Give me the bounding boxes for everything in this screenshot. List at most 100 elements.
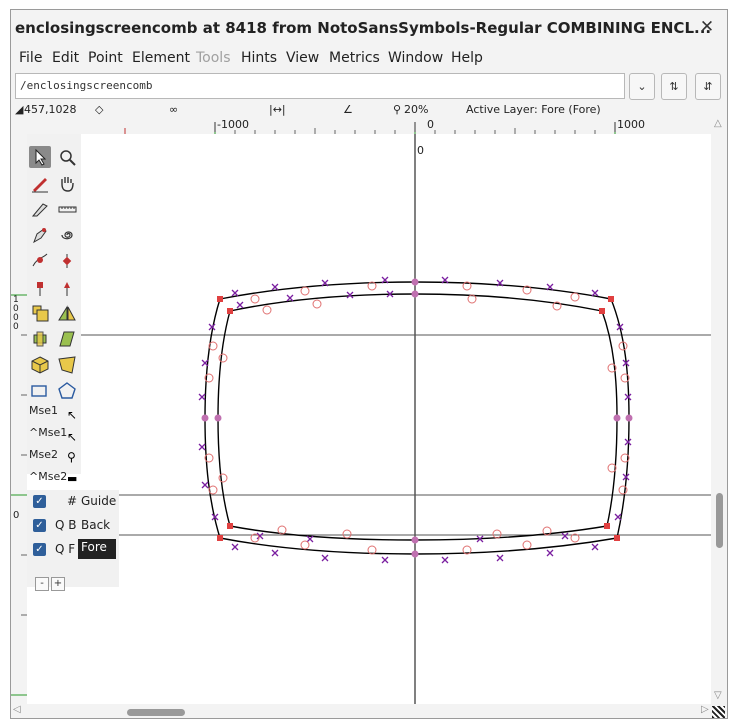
cursor-icon: ◢ <box>15 103 24 116</box>
menu-tools[interactable]: Tools <box>196 50 231 66</box>
inner-contour <box>217 293 618 541</box>
menu-edit[interactable]: Edit <box>52 50 79 66</box>
window-title: enclosingscreencomb at 8418 from NotoSan… <box>15 19 712 37</box>
spiro-tool[interactable] <box>56 224 78 246</box>
active-layer-readout: Active Layer: Fore (Fore) <box>466 103 601 116</box>
arrow-up-icon: ⇅ <box>669 80 679 93</box>
corner-point-tool[interactable] <box>29 276 51 298</box>
point-icon: ◇ <box>95 103 104 116</box>
mouse2-magnifier-icon: ⚲ <box>67 450 76 464</box>
skew-tool[interactable] <box>56 328 78 350</box>
scroll-down-icon[interactable]: ▽ <box>714 690 722 701</box>
layer-fore-prefix: Q F <box>55 542 76 556</box>
close-icon[interactable]: ✕ <box>697 16 717 38</box>
info-bar: ◢ 457,1028 ◇ ∞ |↔| ∠ ⚲ 20% Active Layer:… <box>11 102 727 118</box>
pointer-tool[interactable] <box>29 146 51 168</box>
layer-guide-checkbox[interactable]: ✓ <box>33 495 46 508</box>
remove-layer-button[interactable]: - <box>35 577 49 591</box>
polygon-tool[interactable] <box>56 380 78 402</box>
pen-icon <box>33 228 47 244</box>
hv-curve-tool[interactable] <box>56 250 78 272</box>
scale-icon <box>32 305 49 322</box>
layer-row-back[interactable]: ✓ Q B Back <box>27 514 119 536</box>
ruler-ticks <box>124 122 616 134</box>
cube-icon <box>31 356 49 374</box>
ruler-label-zero: 0 <box>427 118 434 131</box>
glyph-canvas[interactable]: 0 <box>27 134 711 704</box>
flip-icon <box>58 305 76 321</box>
zoom-readout: 20% <box>404 103 429 116</box>
layer-back-prefix: Q B <box>55 518 77 532</box>
rectangle-tool[interactable] <box>29 380 51 402</box>
scroll-up-icon[interactable]: △ <box>714 118 722 129</box>
menu-window[interactable]: Window <box>388 50 443 66</box>
scroll-right-icon[interactable]: ▷ <box>701 704 709 715</box>
ruler-icon <box>58 206 77 213</box>
mouse2-label: Mse2 <box>29 448 58 461</box>
mouse1-pointer-icon: ↖ <box>67 408 78 422</box>
layer-row-fore[interactable]: ✓ Q F Fore <box>27 538 119 560</box>
layer-guide-prefix: # <box>67 494 78 508</box>
menu-file[interactable]: File <box>19 50 42 66</box>
scroll-left-icon[interactable]: ◁ <box>13 704 21 715</box>
magnifier-icon <box>60 150 76 166</box>
flip-tool[interactable] <box>56 302 78 324</box>
vertical-scroll-thumb[interactable] <box>716 493 723 548</box>
layer-row-guide[interactable]: ✓ # Guide <box>27 490 119 512</box>
corner-points <box>217 296 620 541</box>
menu-help[interactable]: Help <box>451 50 483 66</box>
scale-tool[interactable] <box>29 302 51 324</box>
menu-element[interactable]: Element <box>132 50 190 66</box>
mouse2-ruler-icon: ▬ <box>67 472 78 485</box>
pen-tool[interactable] <box>29 224 51 246</box>
3d-rotate-tool[interactable] <box>29 354 51 376</box>
perspective-tool[interactable] <box>56 354 78 376</box>
horizontal-scrollbar[interactable]: ◁ ▷ <box>11 704 727 718</box>
glyph-path-input[interactable]: /enclosingscreencomb <box>15 73 625 99</box>
previous-glyph-button[interactable]: ⇅ <box>661 73 687 100</box>
freehand-tool[interactable] <box>29 172 51 194</box>
next-glyph-button[interactable]: ⇵ <box>695 73 721 100</box>
resize-grip-icon[interactable] <box>712 706 725 718</box>
hand-icon <box>61 177 74 192</box>
horizontal-ruler: -1000 0 1000 <box>11 118 711 135</box>
vertical-ruler: 1000 0 <box>11 134 27 704</box>
layers-panel: ✓ # Guide ✓ Q B Back ✓ Q F Fore - + <box>27 490 119 591</box>
ruler-label-right: 1000 <box>617 118 645 131</box>
distance-icon: |↔| <box>269 103 286 116</box>
dropdown-button[interactable]: ⌄ <box>629 73 655 100</box>
corner-point-icon <box>37 282 43 296</box>
ctrl-mouse2-label: ^Mse2 <box>29 470 68 483</box>
canvas-origin-label: 0 <box>417 144 424 157</box>
vruler-label-zero: 0 <box>13 510 20 521</box>
curve-point-tool[interactable] <box>29 250 51 272</box>
angle-icon: ∞ <box>169 103 179 116</box>
layer-fore-name: Fore <box>78 539 116 559</box>
vruler-label-top: 1000 <box>13 295 19 332</box>
slope-icon: ∠ <box>343 103 353 116</box>
title-bar: enclosingscreencomb at 8418 from NotoSan… <box>11 10 727 46</box>
rotate-tool[interactable] <box>29 328 51 350</box>
menu-view[interactable]: View <box>286 50 319 66</box>
coords-readout: 457,1028 <box>24 103 77 116</box>
menu-hints[interactable]: Hints <box>241 50 277 66</box>
ruler-tool[interactable] <box>56 198 78 220</box>
magnify-tool[interactable] <box>56 146 78 168</box>
menu-point[interactable]: Point <box>88 50 123 66</box>
layer-back-checkbox[interactable]: ✓ <box>33 519 46 532</box>
menu-metrics[interactable]: Metrics <box>329 50 380 66</box>
layer-guide-name: Guide <box>81 494 117 508</box>
tangent-point-tool[interactable] <box>56 276 78 298</box>
add-layer-button[interactable]: + <box>51 577 65 591</box>
horizontal-scroll-thumb[interactable] <box>127 709 185 716</box>
layer-back-name: Back <box>81 518 111 532</box>
oncurve-points <box>201 278 633 558</box>
chevron-down-icon: ⌄ <box>637 80 647 93</box>
layer-fore-checkbox[interactable]: ✓ <box>33 543 46 556</box>
vertical-ruler-ticks <box>11 294 27 696</box>
scroll-tool[interactable] <box>56 172 78 194</box>
vertical-scrollbar[interactable]: △ ▽ <box>711 118 727 704</box>
knife-tool[interactable] <box>29 198 51 220</box>
offcurve-points <box>204 281 630 555</box>
glyph-editor-window: enclosingscreencomb at 8418 from NotoSan… <box>10 9 728 719</box>
